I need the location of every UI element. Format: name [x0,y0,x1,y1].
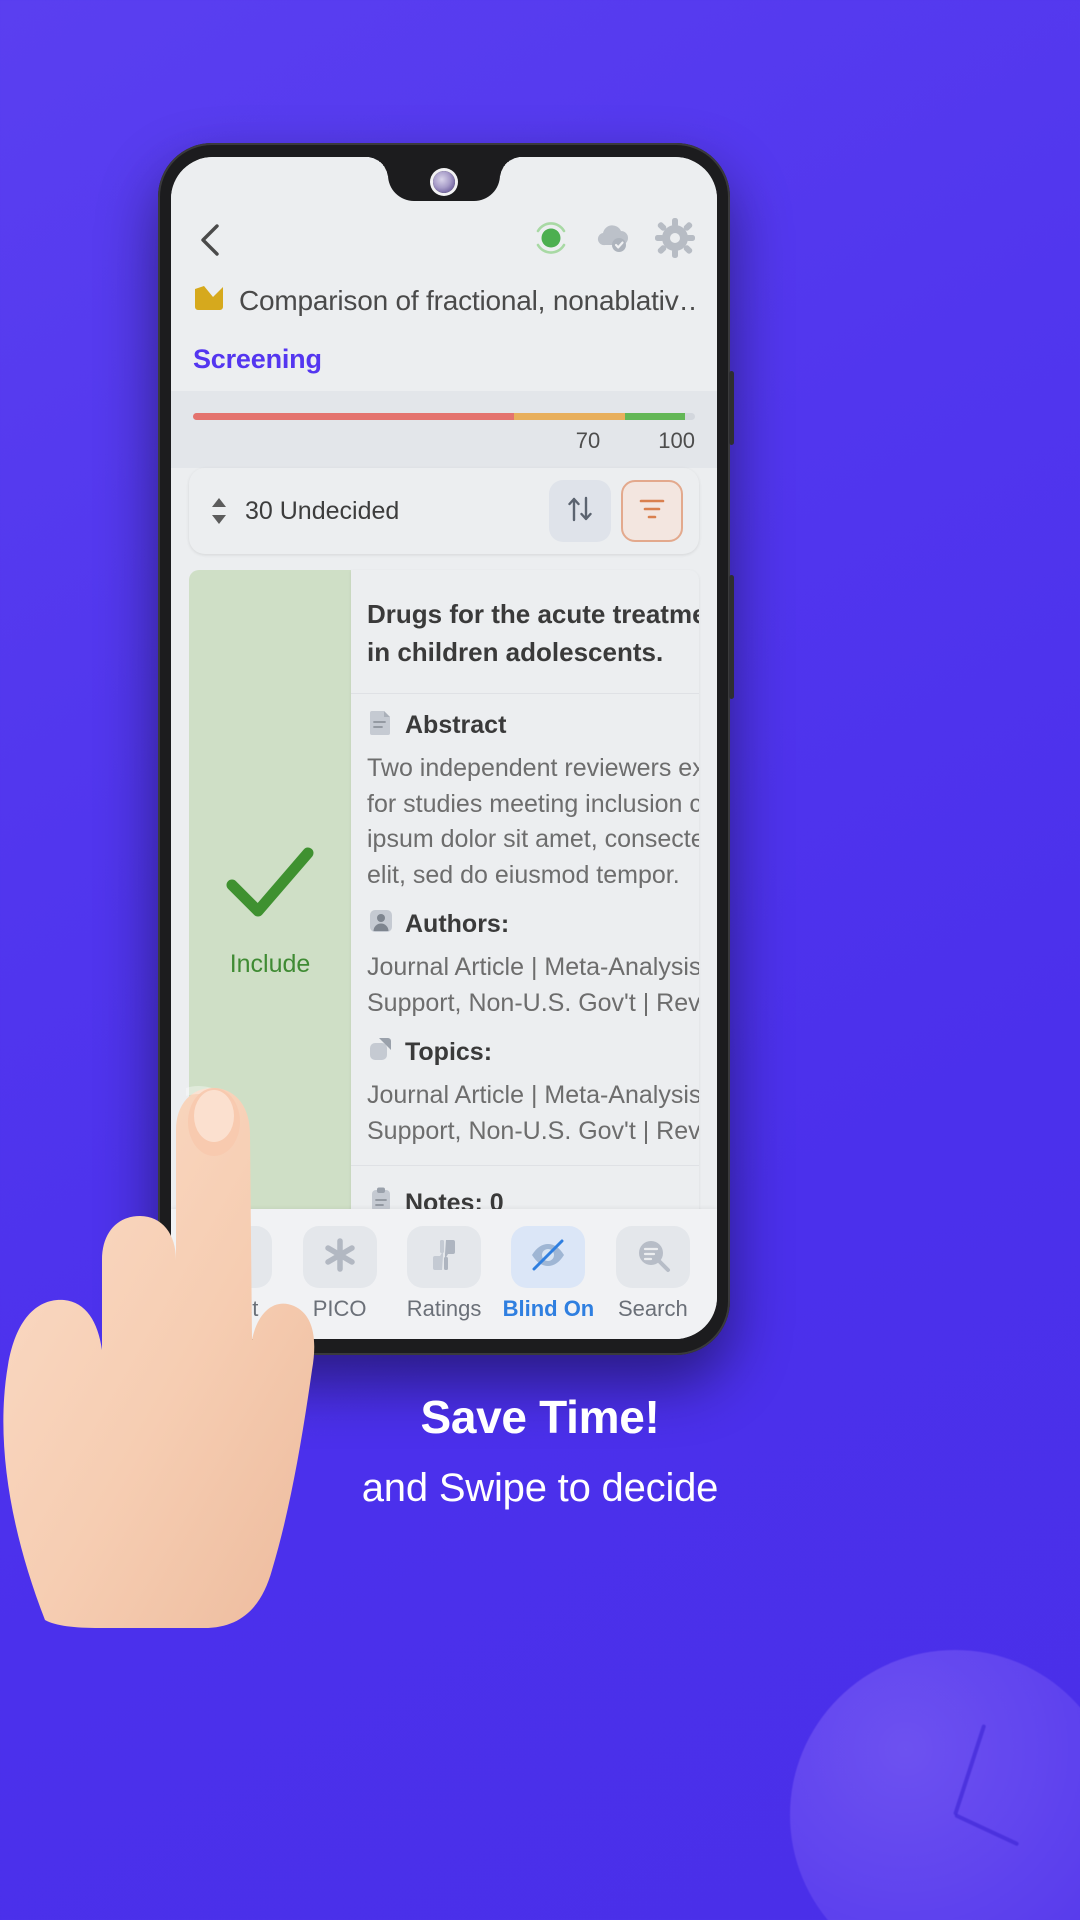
caption-headline: Save Time! [420,1391,660,1443]
authors-line: Journal Article | Meta-Analysis | Res [367,953,699,982]
tag-icon [367,1035,395,1070]
topics-heading-row: Topics: [367,1035,699,1070]
nav-label-pico: PICO [312,1296,367,1321]
article-title-line-1: Drugs for the acute treatment of m [367,599,699,629]
swipe-include-panel[interactable]: Include [189,570,351,1250]
topics-line: Journal Article | Meta-Analysis | Res [367,1081,699,1110]
topics-body: Journal Article | Meta-Analysis | Res Su… [367,1078,699,1149]
tab-screening[interactable]: Screening [193,344,322,374]
nav-tile-pico [302,1226,377,1288]
clock-decoration [790,1650,1080,1920]
screening-progress-bar [193,413,695,420]
document-icon [367,708,395,743]
nav-tile-ratings [407,1226,482,1288]
nav-item-pico[interactable]: PICO [287,1226,391,1322]
nav-label-ratings: Ratings [406,1296,482,1321]
sort-updown-icon[interactable] [205,495,233,527]
progress-segment-maybe [514,413,625,420]
abstract-section: Abstract Two independent reviewers extra… [351,694,699,893]
abstract-heading-row: Abstract [367,708,699,743]
sort-arrows-icon [564,493,596,530]
nav-label-select: elect [211,1296,259,1321]
abstract-line: ipsum dolor sit amet, consectetu [367,825,699,854]
article-card[interactable]: Drugs for the acute treatment of m in ch… [351,570,699,1250]
abstract-line: Two independent reviewers extra [367,754,699,783]
poster-caption: Save Time! and Swipe to decide [0,1390,1080,1511]
nav-item-blind[interactable]: Blind On [496,1226,600,1322]
nav-tile-blind [511,1226,586,1288]
phone-power-button [729,575,734,699]
thumbs-rating-icon [425,1236,463,1279]
abstract-body: Two independent reviewers extra for stud… [367,751,699,893]
authors-section: Authors: Journal Article | Meta-Analysis… [351,893,699,1021]
progress-segment-excluded [193,413,515,420]
filter-button[interactable] [621,480,683,542]
article-title: Drugs for the acute treatment of m in ch… [351,570,699,695]
filter-icon [636,493,668,530]
swipe-article-area: Include Drugs for the acute treatment of… [189,570,699,1250]
settings-gear-icon [654,217,696,264]
nav-tile-search [615,1226,690,1288]
swipe-include-label: Include [229,950,311,978]
settings-button[interactable] [655,217,695,260]
cloud-sync-button[interactable] [593,220,633,260]
nav-label-blind: Blind On [502,1296,595,1321]
front-camera [433,171,455,193]
sync-status-icon [530,217,572,264]
back-button[interactable] [193,223,227,257]
phone-screen: Comparison of fractional, nonablativ… Sc… [171,157,717,1339]
document-title-row[interactable]: Comparison of fractional, nonablativ… [171,267,717,318]
bottom-navigation: elect PICO Ratings Blind On Search [171,1209,717,1339]
nav-item-ratings[interactable]: Ratings [392,1226,496,1322]
progress-segment-included [624,413,685,420]
sort-button[interactable] [549,480,611,542]
cloud-upload-icon [592,217,634,264]
nav-label-search: Search [617,1296,688,1321]
caption-subheadline: and Swipe to decide [361,1466,719,1510]
tab-bar: Screening [171,318,717,375]
person-icon [367,907,395,942]
filter-bar: 30 Undecided [189,468,699,554]
search-icon [634,1236,672,1279]
article-title-line-2: in children adolescents. [367,636,664,667]
abstract-line: for studies meeting inclusion crite [367,789,699,818]
progress-section: 70 100 [171,391,717,468]
phone-volume-button [729,371,734,445]
nav-tile-select [198,1226,273,1288]
select-stack-icon [216,1236,254,1279]
nav-item-search[interactable]: Search [601,1226,705,1322]
authors-heading: Authors: [405,910,510,939]
authors-body: Journal Article | Meta-Analysis | Res Su… [367,950,699,1021]
asterisk-icon [321,1236,359,1279]
nav-item-select[interactable]: elect [183,1226,287,1322]
undecided-count-label: 30 Undecided [245,496,400,525]
topics-section: Topics: Journal Article | Meta-Analysis … [351,1021,699,1149]
abstract-heading: Abstract [405,711,507,740]
crown-icon [193,283,227,318]
progress-label-total: 100 [658,428,695,453]
abstract-line: elit, sed do eiusmod tempor. [367,860,680,889]
authors-line: Support, Non-U.S. Gov't | Review [367,988,699,1017]
check-icon [222,841,318,932]
topics-line: Support, Non-U.S. Gov't | Review [367,1116,699,1145]
chevron-left-icon [197,223,223,257]
page-title: Comparison of fractional, nonablativ… [239,284,695,316]
authors-heading-row: Authors: [367,907,699,942]
eye-off-icon [529,1236,567,1279]
topics-heading: Topics: [405,1038,493,1067]
progress-label-current: 70 [575,428,601,453]
progress-labels: 70 100 [193,420,695,468]
sync-status-button[interactable] [531,220,571,260]
phone-mockup: Comparison of fractional, nonablativ… Sc… [158,143,734,1355]
